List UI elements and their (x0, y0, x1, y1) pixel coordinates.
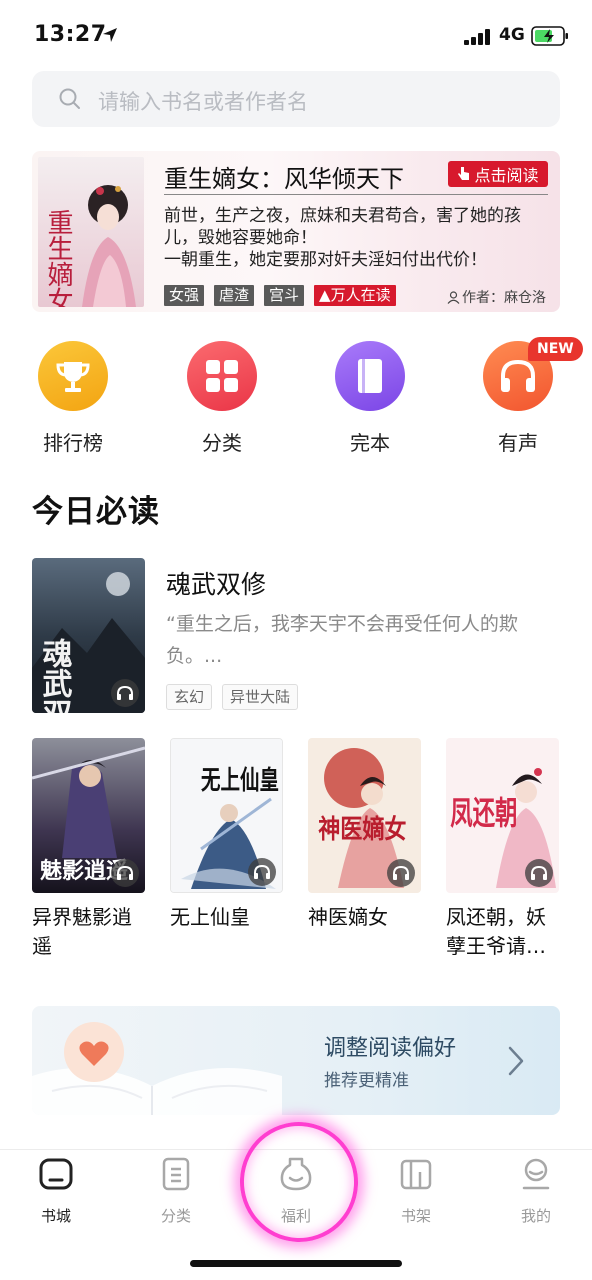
category-classify[interactable]: 分类 (178, 341, 268, 461)
hand-pointer-icon (458, 167, 470, 180)
battery-charging-icon (531, 26, 568, 46)
category-label: 排行榜 (43, 431, 103, 455)
book-icon (335, 341, 405, 411)
book-title: 无上仙皇 (170, 905, 250, 929)
audio-badge (111, 859, 139, 887)
audio-badge (248, 858, 276, 886)
headphones-icon (117, 865, 133, 880)
banner-tags: 女强 虐渣 宫斗 ▲万人在读 (164, 285, 396, 306)
trophy-icon (38, 341, 108, 411)
chevron-right-icon (508, 1046, 524, 1076)
banner-tag: 女强 (164, 285, 205, 306)
banner-tag: 宫斗 (264, 285, 305, 306)
book-title: 异界魅影逍遥 (32, 905, 132, 958)
hot-reading-label: 万人在读 (330, 286, 391, 304)
read-now-button[interactable]: 点击阅读 (448, 161, 548, 187)
tab-category[interactable]: 分类 (136, 1156, 216, 1226)
book-card[interactable]: 魅影逍遥 异界魅影逍遥 (32, 738, 145, 961)
banner-author: 作者：麻仓洛 (447, 287, 546, 307)
search-placeholder: 请输入书名或者作者名 (98, 90, 308, 114)
reading-preference-card[interactable]: 调整阅读偏好 推荐更精准 (32, 1006, 560, 1115)
book-cover-title: 凤还朝 (450, 794, 517, 832)
headphones-icon (117, 685, 133, 700)
book-cover[interactable]: 无上仙皇 (170, 738, 283, 893)
audio-badge (387, 859, 415, 887)
search-icon (59, 88, 80, 109)
featured-cover-title: 魂武双修 (37, 638, 74, 713)
book-card[interactable]: 凤还朝 凤还朝，妖孽王爷请… (446, 738, 559, 961)
preference-title: 调整阅读偏好 (324, 1036, 457, 1061)
tab-label: 书架 (400, 1207, 431, 1225)
location-arrow-icon (103, 28, 117, 42)
book-cover[interactable]: 魅影逍遥 (32, 738, 145, 893)
banner-cover-title: 重生嫡女 (43, 209, 73, 307)
read-now-label: 点击阅读 (474, 166, 539, 185)
section-title: 今日必读 (32, 494, 160, 530)
headphones-icon (393, 865, 409, 880)
tab-bookshelf[interactable]: 书架 (376, 1156, 456, 1226)
home-indicator[interactable] (190, 1260, 402, 1267)
search-input[interactable]: 请输入书名或者作者名 (32, 71, 560, 127)
home-icon (39, 1158, 73, 1190)
book-title: 凤还朝，妖孽王爷请… (446, 905, 546, 958)
featured-banner[interactable]: 重生嫡女 重生嫡女：风华倾天下 点击阅读 前世，生产之夜，庶妹和夫君苟合，害了她… (32, 151, 560, 312)
shelf-icon (400, 1159, 432, 1190)
tab-profile[interactable]: 我的 (496, 1156, 576, 1226)
status-time: 13:27 (34, 22, 107, 47)
network-type: 4G (499, 25, 525, 45)
book-cover[interactable]: 凤还朝 (446, 738, 559, 893)
grid-icon (187, 341, 257, 411)
audio-badge (525, 859, 553, 887)
featured-book-cover[interactable]: 魂武双修 (32, 558, 145, 713)
list-icon (162, 1157, 190, 1191)
tab-label: 分类 (160, 1207, 191, 1225)
book-card[interactable]: 无上仙皇 无上仙皇 (170, 738, 283, 932)
category-ranking[interactable]: 排行榜 (29, 341, 119, 461)
category-label: 分类 (202, 431, 242, 455)
hot-reading-badge: ▲万人在读 (314, 285, 396, 306)
preference-subtitle: 推荐更精准 (324, 1071, 409, 1091)
featured-book-description: “重生之后，我李天宇不会再受任何人的欺负。... (166, 613, 518, 667)
banner-description: 前世，生产之夜，庶妹和夫君苟合，害了她的孩儿，毁她容要她命！ 一朝重生，她定要那… (164, 206, 521, 270)
book-cover[interactable]: 神医嫡女 (308, 738, 421, 893)
banner-divider (164, 194, 548, 195)
person-icon (447, 290, 460, 304)
status-bar: 13:27 4G (0, 0, 592, 72)
category-audio[interactable]: NEW 有声 (474, 337, 583, 461)
fire-icon: ▲ (319, 286, 331, 304)
genre-tag[interactable]: 玄幻 (166, 684, 213, 710)
banner-book-cover[interactable]: 重生嫡女 (38, 157, 144, 307)
book-card[interactable]: 神医嫡女 神医嫡女 (308, 738, 421, 932)
open-book-heart-illustration (32, 1022, 282, 1115)
cellular-signal-icon (464, 29, 490, 45)
category-label: 有声 (498, 431, 538, 455)
featured-book-tags: 玄幻 异世大陆 (166, 684, 299, 710)
tab-label: 我的 (520, 1207, 551, 1225)
book-cover-title: 无上仙皇 (201, 765, 279, 796)
tab-bookstore[interactable]: 书城 (16, 1156, 96, 1226)
headphones-icon (531, 865, 547, 880)
tab-label: 书城 (40, 1207, 71, 1225)
new-badge: NEW (528, 337, 583, 361)
audio-badge (111, 679, 139, 707)
banner-author-label: 作者：麻仓洛 (462, 290, 546, 306)
featured-book-title[interactable]: 魂武双修 (166, 565, 266, 601)
book-title: 神医嫡女 (308, 905, 388, 929)
banner-tag: 虐渣 (214, 285, 255, 306)
user-icon (522, 1158, 550, 1190)
category-label: 完本 (350, 431, 390, 455)
category-completed[interactable]: 完本 (326, 341, 416, 461)
book-cover-title: 神医嫡女 (318, 813, 406, 844)
headphones-icon (254, 864, 270, 879)
genre-tag[interactable]: 异世大陆 (222, 684, 299, 710)
banner-title: 重生嫡女：风华倾天下 (164, 165, 404, 193)
